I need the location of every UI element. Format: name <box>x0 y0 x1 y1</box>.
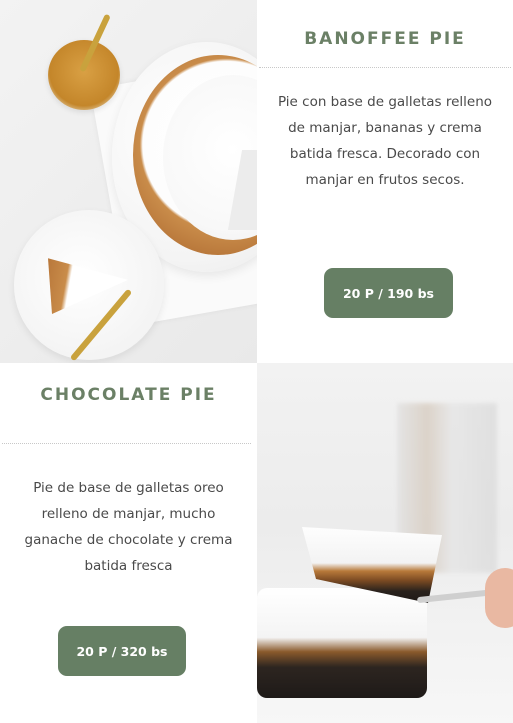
banoffee-description: Pie con base de galletas relleno de manj… <box>277 94 493 188</box>
chocolate-price-button[interactable]: 20 P / 320 bs <box>58 626 186 676</box>
hand <box>485 568 513 628</box>
chocolate-description: Pie de base de galletas oreo relleno de … <box>24 480 233 574</box>
divider <box>259 67 511 68</box>
menu-page: BANOFFEE PIE Pie con base de galletas re… <box>0 0 513 723</box>
divider <box>2 443 251 444</box>
banoffee-panel: BANOFFEE PIE Pie con base de galletas re… <box>257 0 513 363</box>
whole-pie <box>257 588 427 698</box>
caramel-bowl <box>48 40 120 110</box>
banoffee-pie-photo <box>0 0 257 363</box>
banoffee-price-button[interactable]: 20 P / 190 bs <box>324 268 453 318</box>
banoffee-title: BANOFFEE PIE <box>304 29 466 49</box>
chocolate-title: CHOCOLATE PIE <box>40 385 217 405</box>
chocolate-pie-photo <box>257 363 513 723</box>
chocolate-panel: CHOCOLATE PIE Pie de base de galletas or… <box>0 363 257 723</box>
